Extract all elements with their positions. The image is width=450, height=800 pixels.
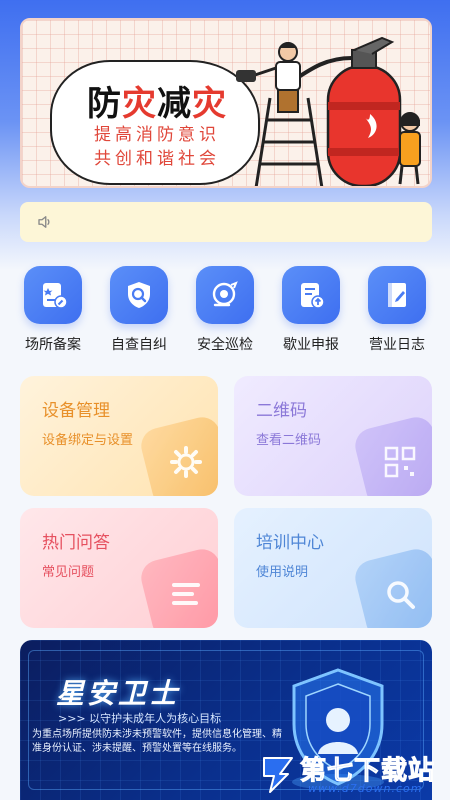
document-upload-icon bbox=[301, 283, 325, 309]
nav-label: 歇业申报 bbox=[283, 337, 339, 353]
patrol-icon bbox=[212, 281, 238, 307]
card-title: 设备管理 bbox=[42, 401, 110, 421]
watermark-url: www.d7down.com bbox=[308, 782, 423, 795]
announcement-bar[interactable] bbox=[20, 202, 432, 242]
card-device-management[interactable]: 设备管理 设备绑定与设置 bbox=[20, 376, 218, 496]
banner-subtitle-1: 提高消防意识 bbox=[94, 125, 220, 145]
shield-search-icon bbox=[128, 282, 150, 308]
nav-label: 安全巡检 bbox=[197, 337, 253, 353]
banner-title-char: 灾 bbox=[192, 84, 227, 124]
nav-label: 营业日志 bbox=[369, 337, 425, 353]
list-icon bbox=[172, 583, 200, 605]
nav-label: 场所备案 bbox=[25, 337, 81, 353]
nav-item-venue-filing[interactable]: 场所备案 bbox=[12, 266, 94, 356]
download-site-logo bbox=[263, 757, 293, 793]
nav-icon-bg bbox=[368, 266, 426, 324]
card-title: 热门问答 bbox=[42, 533, 110, 553]
site-watermark: 第七下载站 www.d7down.com bbox=[256, 748, 446, 800]
promo-slogan: >>> 以守护未成年人为核心目标 bbox=[58, 712, 222, 725]
nav-icon-bg bbox=[24, 266, 82, 324]
card-decoration bbox=[137, 413, 218, 496]
promo-description: 为重点场所提供防未涉未预警软件，提供信息化管理、精准身份认证、涉未提醒、预警处置… bbox=[32, 729, 282, 754]
card-hot-faq[interactable]: 热门问答 常见问题 bbox=[20, 508, 218, 628]
nav-item-business-log[interactable]: 营业日志 bbox=[356, 266, 438, 356]
gear-icon bbox=[170, 446, 202, 478]
card-decoration bbox=[351, 545, 432, 628]
file-edit-icon bbox=[43, 283, 68, 309]
notebook-icon bbox=[388, 283, 406, 307]
banner-title-char: 减 bbox=[157, 84, 192, 124]
card-title: 二维码 bbox=[256, 401, 307, 421]
nav-item-safety-patrol[interactable]: 安全巡检 bbox=[184, 266, 266, 356]
quick-nav: 场所备案 自查自纠 安全巡检 歇业申报 营业日志 bbox=[12, 266, 438, 356]
nav-item-self-check[interactable]: 自查自纠 bbox=[98, 266, 180, 356]
fire-safety-banner[interactable]: 防灾减灾 提高消防意识 共创和谐社会 bbox=[20, 18, 432, 188]
banner-title: 防灾减灾 bbox=[72, 76, 242, 125]
banner-title-char: 防 bbox=[87, 84, 122, 124]
card-training-center[interactable]: 培训中心 使用说明 bbox=[234, 508, 432, 628]
promo-title: 星安卫士 bbox=[56, 677, 181, 710]
nav-icon-bg bbox=[196, 266, 254, 324]
card-title: 培训中心 bbox=[256, 533, 324, 553]
nav-icon-bg bbox=[282, 266, 340, 324]
fire-extinguisher-illustration bbox=[236, 36, 421, 186]
nav-icon-bg bbox=[110, 266, 168, 324]
banner-title-char: 灾 bbox=[122, 84, 157, 124]
qr-code-icon bbox=[384, 446, 416, 478]
speaker-icon bbox=[38, 216, 50, 228]
card-decoration bbox=[137, 545, 218, 628]
nav-item-closure-report[interactable]: 歇业申报 bbox=[270, 266, 352, 356]
banner-subtitle-2: 共创和谐社会 bbox=[94, 149, 220, 169]
card-decoration bbox=[351, 413, 432, 496]
card-qr-code[interactable]: 二维码 查看二维码 bbox=[234, 376, 432, 496]
search-icon bbox=[387, 581, 415, 609]
nav-label: 自查自纠 bbox=[111, 337, 167, 353]
